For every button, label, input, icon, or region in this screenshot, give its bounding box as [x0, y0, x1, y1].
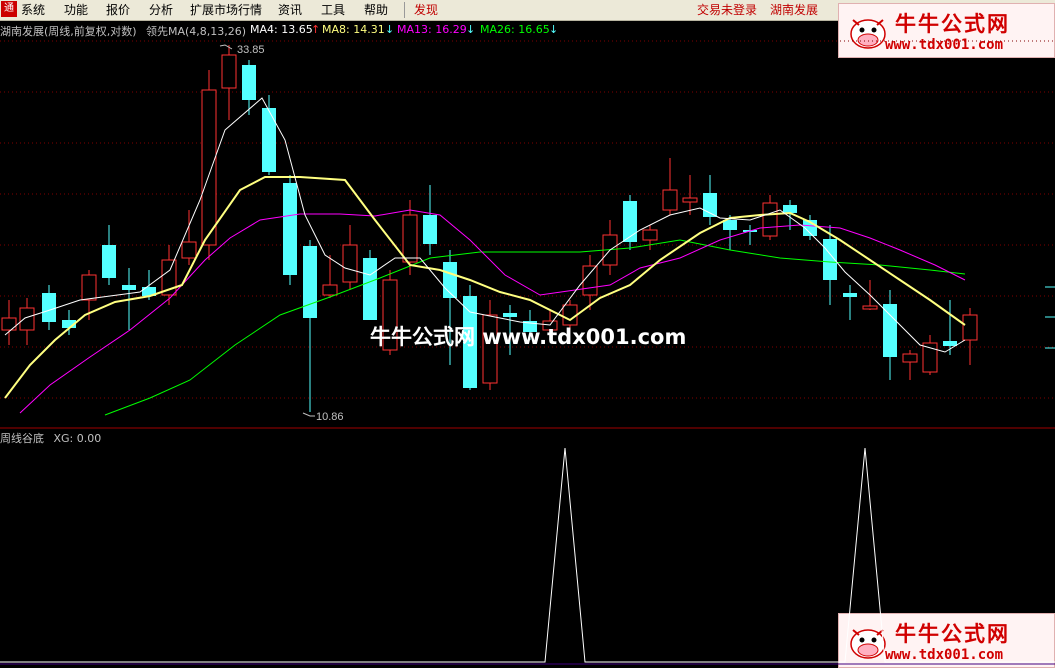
candle-body: [862, 305, 878, 310]
candle-body: [262, 108, 276, 172]
candle-body: [662, 189, 678, 211]
candle-body: [883, 304, 897, 357]
watermark-text: 牛牛公式网 www.tdx001.com: [370, 325, 687, 349]
candle-body: [122, 285, 136, 290]
signal-line: [0, 447, 1055, 663]
candle-body: [201, 89, 217, 246]
low-price-label: 10.86: [316, 411, 344, 423]
candle-body: [962, 314, 978, 341]
candle-body: [423, 215, 437, 244]
candle-body: [943, 341, 957, 346]
candle-body: [303, 246, 317, 318]
candle-body: [42, 293, 56, 322]
candle-body: [102, 245, 116, 278]
high-pointer: [219, 44, 233, 50]
candle-body: [342, 244, 358, 283]
candle-body: [322, 284, 338, 296]
candle-body: [19, 307, 35, 331]
candle-body: [503, 313, 517, 317]
candle-body: [1, 317, 17, 331]
candle-body: [623, 201, 637, 242]
candlesticks: [1, 45, 978, 412]
high-price-label: 33.85: [237, 44, 265, 56]
candle-body: [582, 265, 598, 296]
candle-body: [843, 293, 857, 297]
candle-body: [762, 202, 778, 237]
candle-body: [81, 274, 97, 301]
candle-body: [283, 183, 297, 275]
candle-body: [682, 197, 698, 203]
candle-body: [181, 241, 197, 259]
low-pointer: [302, 412, 315, 417]
candle-body: [902, 353, 918, 363]
candle-body: [642, 229, 658, 241]
candle-body: [402, 214, 418, 263]
candle-body: [242, 65, 256, 100]
candle-body: [783, 205, 797, 213]
candle-body: [221, 54, 237, 89]
ma4-line: [4, 97, 966, 353]
candle-body: [363, 258, 377, 320]
